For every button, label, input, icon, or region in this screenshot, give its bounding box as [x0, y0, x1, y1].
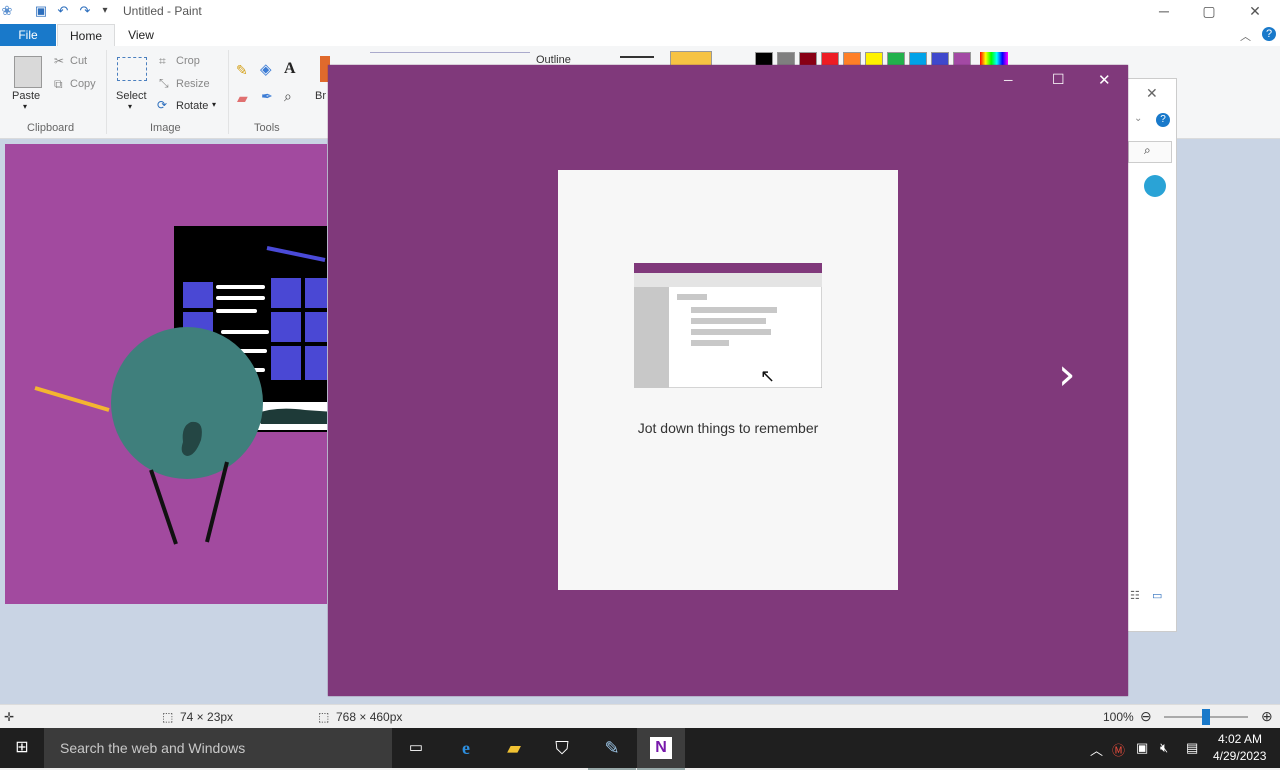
- color-picker-icon[interactable]: ✒: [261, 88, 273, 105]
- antivirus-icon[interactable]: Ⓜ: [1112, 740, 1125, 759]
- onenote-taskbar-icon[interactable]: N: [637, 728, 685, 770]
- help-icon[interactable]: ?: [1156, 113, 1170, 127]
- volume-muted-icon[interactable]: 🔇︎: [1160, 740, 1168, 756]
- paste-icon[interactable]: [14, 56, 42, 88]
- windows-start-icon[interactable]: ⊞: [0, 728, 44, 768]
- zoom-out-button[interactable]: ⊖: [1140, 708, 1152, 725]
- edit-colors-icon[interactable]: [980, 52, 1008, 66]
- selection-icon: ⬚: [162, 710, 174, 724]
- status-bar: ✛ ⬚ 74 × 23px ⬚ 768 × 460px 100% ⊖ ⊕: [0, 704, 1280, 729]
- cut-icon: ✂: [54, 54, 65, 68]
- dialog-maximize-button[interactable]: ☐: [1052, 71, 1065, 88]
- clock-date[interactable]: 4/29/2023: [1213, 749, 1266, 763]
- pencil-icon[interactable]: ✎: [236, 62, 248, 79]
- canvas-size: 768 × 460px: [336, 710, 403, 724]
- show-hidden-icons[interactable]: ︿: [1090, 740, 1103, 759]
- window-title: Untitled - Paint: [123, 4, 202, 18]
- ribbon-separator: [228, 50, 229, 134]
- preview-view-icon[interactable]: ▭: [1152, 589, 1162, 602]
- minimize-button[interactable]: ─: [1141, 0, 1187, 24]
- mouse-cursor-icon: ↖: [760, 366, 776, 386]
- chevron-down-icon[interactable]: ▾: [128, 102, 132, 111]
- crop-icon: ⌗: [159, 54, 166, 68]
- clock-time[interactable]: 4:02 AM: [1218, 732, 1262, 746]
- selection-size: 74 × 23px: [180, 710, 234, 724]
- copy-icon: ⧉: [54, 77, 63, 91]
- image-group-label: Image: [150, 122, 181, 134]
- chevron-down-icon[interactable]: ▾: [23, 102, 27, 111]
- brushes-button[interactable]: Br: [315, 90, 326, 102]
- search-placeholder: Search the web and Windows: [60, 740, 246, 756]
- dialog-close-button[interactable]: ✕: [1098, 71, 1111, 89]
- copy-button[interactable]: Copy: [70, 78, 96, 90]
- dialog-minimize-button[interactable]: ─: [1004, 73, 1013, 87]
- task-view-icon[interactable]: ▭: [392, 728, 440, 768]
- maximize-button[interactable]: ▢: [1186, 0, 1232, 24]
- size-icon[interactable]: [620, 56, 654, 58]
- select-icon[interactable]: [117, 57, 147, 81]
- file-explorer-icon[interactable]: ▰: [490, 728, 538, 768]
- tab-view[interactable]: View: [118, 24, 164, 46]
- taskbar-search-box[interactable]: Search the web and Windows: [44, 728, 392, 768]
- intro-caption: Jot down things to remember: [637, 420, 819, 436]
- close-icon[interactable]: ✕: [1146, 85, 1158, 102]
- next-slide-button[interactable]: ›: [1058, 353, 1076, 397]
- tools-group-label: Tools: [254, 122, 280, 134]
- close-button[interactable]: ✕: [1232, 0, 1278, 24]
- edge-browser-icon[interactable]: e: [442, 728, 490, 768]
- cursor-position-icon: ✛: [4, 710, 15, 724]
- rotate-icon: ⟳: [157, 98, 168, 112]
- crop-button[interactable]: Crop: [176, 55, 200, 67]
- select-button[interactable]: Select: [116, 90, 147, 102]
- resize-button[interactable]: Resize: [176, 78, 210, 90]
- ribbon-tabs: File Home View ︿ ?: [0, 24, 1280, 47]
- save-icon[interactable]: ▣: [34, 4, 48, 18]
- eraser-icon[interactable]: ▰: [237, 90, 248, 107]
- canvas-size-icon: ⬚: [318, 710, 330, 724]
- tab-file[interactable]: File: [0, 24, 56, 46]
- zoom-in-button[interactable]: ⊕: [1261, 708, 1273, 725]
- ribbon-separator: [106, 50, 107, 134]
- resize-icon: ⤡: [159, 76, 169, 90]
- clipboard-group-label: Clipboard: [27, 122, 75, 134]
- intro-card: Jot down things to remember ↖: [558, 170, 898, 590]
- shell-icon[interactable]: [1144, 175, 1166, 197]
- canvas-drawing: [34, 226, 327, 545]
- paste-button[interactable]: Paste: [12, 90, 40, 102]
- chevron-down-icon[interactable]: ▾: [212, 100, 216, 109]
- zoom-slider-thumb[interactable]: [1202, 709, 1210, 725]
- onenote-preview-illustration: [634, 263, 822, 388]
- store-icon[interactable]: ⛉: [538, 728, 586, 768]
- collapse-ribbon-icon[interactable]: ︿: [1240, 28, 1251, 44]
- search-icon[interactable]: ⌕: [1144, 143, 1151, 158]
- chevron-down-icon[interactable]: ⌄: [1134, 113, 1142, 124]
- network-icon[interactable]: ▣: [1136, 740, 1148, 756]
- title-bar: ❀ ▣ ↶ ↷ ▾ Untitled - Paint ─ ▢ ✕: [0, 0, 1280, 24]
- details-view-icon[interactable]: ☷: [1130, 589, 1140, 602]
- magnifier-icon[interactable]: ⌕: [284, 88, 292, 105]
- zoom-level: 100%: [1103, 710, 1134, 724]
- paint-taskbar-icon[interactable]: ✎: [588, 728, 636, 770]
- text-icon[interactable]: A: [284, 60, 296, 78]
- paint-app-icon: ❀: [1, 3, 13, 18]
- fill-icon[interactable]: ◈: [260, 60, 272, 78]
- tab-home[interactable]: Home: [57, 24, 115, 47]
- customize-toolbar-icon[interactable]: ▾: [98, 4, 112, 18]
- help-icon[interactable]: ?: [1262, 27, 1276, 41]
- action-center-icon[interactable]: ▤: [1186, 740, 1198, 756]
- background-window-panel: ✕ ⌄ ? ⌕ ☷ ▭: [1128, 78, 1177, 632]
- taskbar: ⊞ Search the web and Windows ▭ e ▰ ⛉ ✎ N…: [0, 728, 1280, 770]
- redo-icon[interactable]: ↷: [78, 4, 92, 18]
- undo-icon[interactable]: ↶: [56, 4, 70, 18]
- cut-button[interactable]: Cut: [70, 55, 87, 67]
- rotate-button[interactable]: Rotate: [176, 100, 208, 112]
- drawing-canvas[interactable]: [5, 144, 327, 604]
